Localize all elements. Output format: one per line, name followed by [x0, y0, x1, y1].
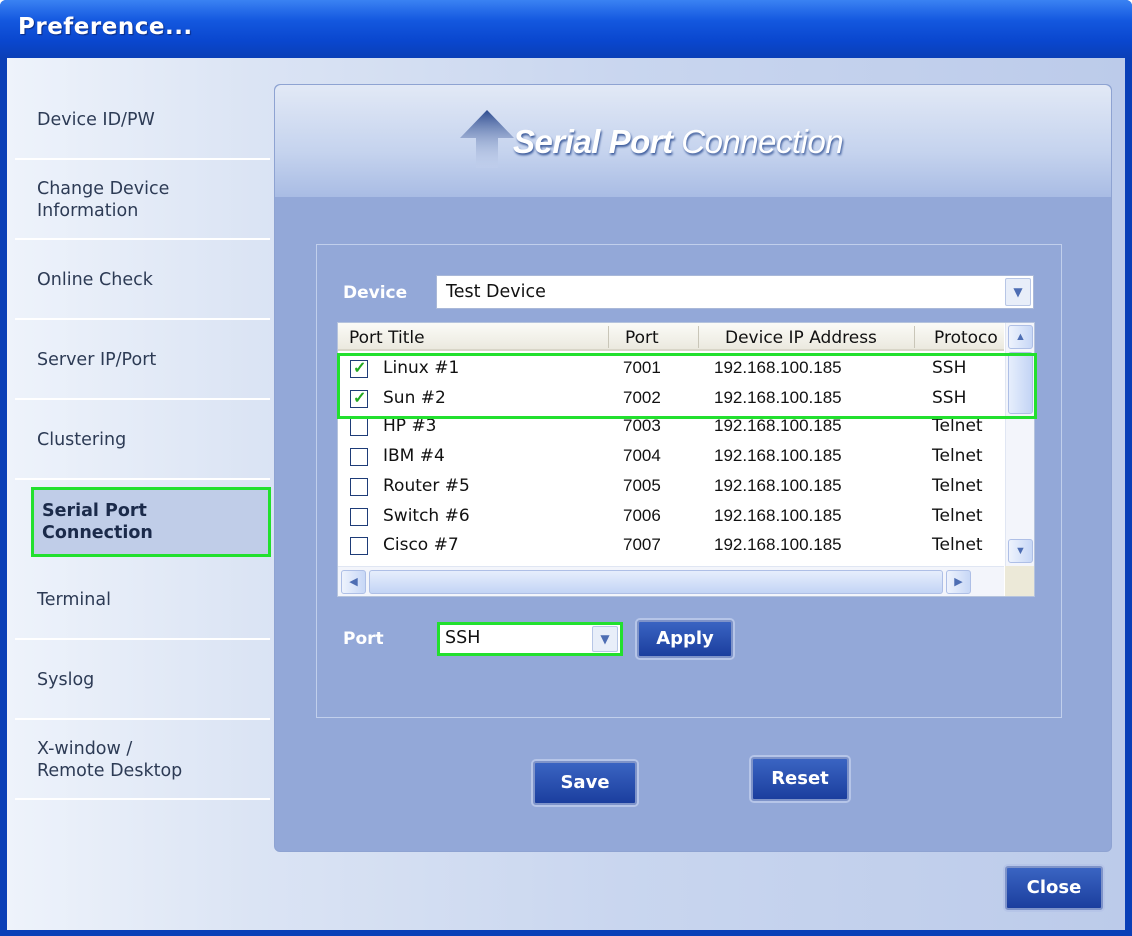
cell-port-title: Router #5: [383, 476, 470, 496]
heading-rest: Connection: [672, 123, 844, 160]
cell-protocol: Telnet: [932, 506, 983, 526]
title-bar[interactable]: Preference...: [0, 0, 1132, 58]
column-separator[interactable]: [914, 326, 915, 348]
reset-button[interactable]: Reset: [751, 757, 849, 801]
row-checkbox[interactable]: [350, 388, 368, 408]
column-header-port-title[interactable]: Port Title: [349, 328, 425, 348]
scroll-thumb[interactable]: [1008, 352, 1033, 414]
sidebar-item-server-ip-port[interactable]: Server IP/Port: [15, 322, 270, 400]
cell-port: 7007: [623, 535, 661, 554]
serial-port-panel: Serial Port Connection Device Test Devic…: [274, 84, 1112, 852]
scrollbar-corner: [1005, 566, 1034, 596]
cell-ip: 192.168.100.185: [714, 535, 842, 554]
column-separator[interactable]: [608, 326, 609, 348]
vertical-scrollbar[interactable]: ▲ ▼: [1005, 323, 1034, 566]
scroll-left-icon[interactable]: ◀: [341, 570, 366, 594]
close-button[interactable]: Close: [1005, 866, 1103, 910]
sidebar-item-change-device-information[interactable]: Change Device Information: [15, 162, 270, 240]
apply-button[interactable]: Apply: [637, 620, 733, 658]
port-table: Port Title Port Device IP Address Protoc…: [337, 322, 1035, 597]
cell-port-title: Sun #2: [383, 388, 446, 408]
scroll-right-icon[interactable]: ▶: [946, 570, 971, 594]
cell-port-title: HP #3: [383, 416, 437, 436]
window-title: Preference...: [18, 14, 193, 40]
cell-protocol: Telnet: [932, 446, 983, 466]
cell-port: 7006: [623, 506, 661, 525]
sidebar-item-clustering[interactable]: Clustering: [15, 402, 270, 480]
cell-ip: 192.168.100.185: [714, 476, 842, 495]
sidebar-item-terminal[interactable]: Terminal: [15, 562, 270, 640]
cell-protocol: SSH: [932, 388, 967, 408]
chevron-down-icon[interactable]: ▼: [592, 626, 618, 652]
row-checkbox[interactable]: [350, 358, 368, 378]
up-arrow-icon: [460, 110, 514, 168]
row-checkbox[interactable]: [350, 478, 368, 496]
column-separator[interactable]: [698, 326, 699, 348]
cell-port: 7003: [623, 416, 661, 435]
cell-protocol: Telnet: [932, 476, 983, 496]
port-label: Port: [343, 629, 384, 649]
scroll-up-icon[interactable]: ▲: [1008, 325, 1033, 349]
column-header-port[interactable]: Port: [625, 328, 659, 348]
cell-ip: 192.168.100.185: [714, 446, 842, 465]
scroll-down-icon[interactable]: ▼: [1008, 539, 1033, 563]
cell-protocol: Telnet: [932, 535, 983, 555]
cell-port: 7001: [623, 358, 661, 377]
port-select-value: SSH: [445, 628, 481, 648]
device-select[interactable]: Test Device ▼: [436, 275, 1034, 309]
chevron-down-icon[interactable]: ▼: [1005, 278, 1031, 306]
cell-port: 7005: [623, 476, 661, 495]
cell-port: 7004: [623, 446, 661, 465]
save-button[interactable]: Save: [533, 761, 637, 805]
row-checkbox[interactable]: [350, 448, 368, 466]
table-row[interactable]: Sun #2 7002 192.168.100.185 SSH: [338, 384, 1004, 414]
sidebar-item-x-window-remote-desktop[interactable]: X-window / Remote Desktop: [15, 722, 270, 800]
column-header-device-ip[interactable]: Device IP Address: [725, 328, 877, 348]
cell-port-title: Switch #6: [383, 506, 470, 526]
cell-ip: 192.168.100.185: [714, 358, 842, 377]
cell-port-title: IBM #4: [383, 446, 445, 466]
sidebar-item-online-check[interactable]: Online Check: [15, 242, 270, 320]
row-checkbox[interactable]: [350, 508, 368, 526]
table-row[interactable]: Router #5 7005 192.168.100.185 Telnet: [338, 472, 1004, 502]
preference-window: Preference... Device ID/PW Change Device…: [0, 0, 1132, 936]
page-heading: Serial Port Connection: [513, 123, 844, 161]
row-checkbox[interactable]: [350, 418, 368, 436]
horizontal-scrollbar[interactable]: ◀ ▶: [338, 566, 1004, 596]
sidebar-item-device-id-pw[interactable]: Device ID/PW: [15, 82, 270, 160]
row-checkbox[interactable]: [350, 537, 368, 555]
cell-ip: 192.168.100.185: [714, 388, 842, 407]
sidebar-item-serial-port-connection[interactable]: Serial Port Connection: [31, 487, 271, 557]
table-row[interactable]: HP #3 7003 192.168.100.185 Telnet: [338, 412, 1004, 442]
device-select-value: Test Device: [446, 282, 546, 302]
scroll-thumb[interactable]: [369, 570, 943, 594]
client-area: Device ID/PW Change Device Information O…: [7, 58, 1125, 930]
settings-box: Device Test Device ▼ Port Title Port Dev…: [316, 244, 1062, 718]
sidebar-item-syslog[interactable]: Syslog: [15, 642, 270, 720]
table-row[interactable]: Switch #6 7006 192.168.100.185 Telnet: [338, 502, 1004, 532]
cell-port: 7002: [623, 388, 661, 407]
table-header: Port Title Port Device IP Address Protoc…: [338, 323, 1004, 351]
table-row[interactable]: Linux #1 7001 192.168.100.185 SSH: [338, 354, 1004, 384]
table-row[interactable]: Cisco #7 7007 192.168.100.185 Telnet: [338, 531, 1004, 561]
table-row[interactable]: IBM #4 7004 192.168.100.185 Telnet: [338, 442, 1004, 472]
port-protocol-select[interactable]: SSH ▼: [437, 622, 623, 656]
column-header-protocol[interactable]: Protocol: [934, 328, 998, 348]
cell-protocol: SSH: [932, 358, 967, 378]
heading-bold: Serial Port: [513, 123, 673, 160]
panel-header: Serial Port Connection: [275, 85, 1111, 197]
cell-protocol: Telnet: [932, 416, 983, 436]
cell-ip: 192.168.100.185: [714, 416, 842, 435]
cell-ip: 192.168.100.185: [714, 506, 842, 525]
device-label: Device: [343, 283, 408, 303]
cell-port-title: Linux #1: [383, 358, 460, 378]
cell-port-title: Cisco #7: [383, 535, 459, 555]
sidebar: Device ID/PW Change Device Information O…: [15, 82, 271, 842]
